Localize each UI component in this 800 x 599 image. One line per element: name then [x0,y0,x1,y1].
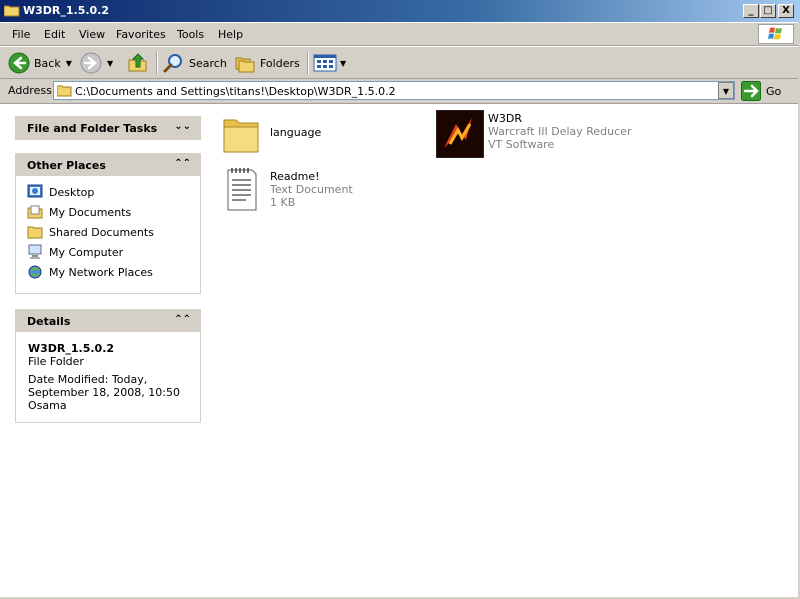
search-label: Search [189,56,227,70]
folders-label: Folders [260,56,300,70]
up-folder-icon [128,53,147,72]
other-places-panel: Other Places ⌃⌃ Desktop My Documents Sha… [15,153,201,294]
standard-toolbar: Back ▼ ▼ Search Folders ▼ [0,46,800,79]
back-button[interactable]: Back ▼ [8,51,72,75]
chevron-down-icon[interactable]: ⌄⌄ [174,121,191,132]
explorer-window: W3DR_1.5.0.2 _ □ X File Edit View Favori… [0,0,800,599]
task-pane: File and Folder Tasks ⌄⌄ Other Places ⌃⌃… [0,104,214,599]
place-label: My Documents [49,205,132,219]
place-desktop[interactable]: Desktop [16,182,200,202]
minimize-button[interactable]: _ [743,4,759,18]
views-button[interactable]: ▼ [313,51,346,75]
window-title: W3DR_1.5.0.2 [23,4,110,17]
folder-icon [4,5,20,17]
file-name: W3DR [488,112,522,125]
details-panel: Details ⌃⌃ W3DR_1.5.0.2 File Folder Date… [15,309,201,423]
chevron-up-icon[interactable]: ⌃⌃ [174,314,191,325]
up-folder-button[interactable] [127,51,149,75]
file-item-language[interactable]: language [222,112,422,160]
address-bar: Address C:\Documents and Settings\titans… [0,79,800,104]
details-modified: Date Modified: Today, [28,373,148,386]
file-name: Readme! [270,170,320,183]
file-item-readme[interactable]: Readme! Text Document 1 KB [222,166,422,216]
windows-flag-icon [768,27,782,40]
menu-edit[interactable]: Edit [44,28,65,41]
desktop-icon [27,184,43,198]
details-modified-date: September 18, 2008, 10:50 [28,386,180,399]
address-path: C:\Documents and Settings\titans!\Deskto… [75,85,396,98]
menu-file[interactable]: File [12,28,30,41]
file-company: VT Software [488,138,555,151]
details-header[interactable]: Details ⌃⌃ [16,310,200,332]
address-dropdown-button[interactable]: ▼ [718,82,734,99]
place-label: My Network Places [49,265,153,279]
my-documents-icon [27,205,43,219]
file-folder-tasks-panel: File and Folder Tasks ⌄⌄ [15,116,201,140]
menu-bar: File Edit View Favorites Tools Help [0,23,800,46]
panel-title: File and Folder Tasks [27,122,158,135]
forward-dropdown-icon[interactable]: ▼ [107,59,113,68]
menu-favorites[interactable]: Favorites [116,28,166,41]
place-my-network-places[interactable]: My Network Places [16,262,200,282]
text-document-icon [227,168,257,211]
back-dropdown-icon[interactable]: ▼ [66,59,72,68]
menu-tools[interactable]: Tools [177,28,204,41]
network-places-icon [28,265,42,279]
folder-icon [57,85,72,97]
file-size: 1 KB [270,196,296,209]
address-field[interactable]: C:\Documents and Settings\titans!\Deskto… [53,81,735,100]
forward-arrow-icon [80,52,102,74]
search-icon [163,54,182,73]
go-arrow-icon [741,81,761,101]
other-places-header[interactable]: Other Places ⌃⌃ [16,154,200,176]
go-label: Go [766,84,782,98]
details-type: File Folder [28,355,84,368]
views-dropdown-icon[interactable]: ▼ [340,59,346,68]
place-shared-documents[interactable]: Shared Documents [16,222,200,242]
views-icon [313,54,337,72]
chevron-up-icon[interactable]: ⌃⌃ [174,158,191,169]
place-my-computer[interactable]: My Computer [16,242,200,262]
menu-help[interactable]: Help [218,28,243,41]
place-label: Desktop [49,185,95,199]
windows-logo [758,24,794,44]
address-label: Address [8,84,52,97]
file-description: Warcraft III Delay Reducer [488,125,632,138]
menu-view[interactable]: View [79,28,105,41]
file-type: Text Document [270,183,353,196]
back-arrow-icon [8,52,30,74]
title-bar[interactable]: W3DR_1.5.0.2 _ □ X [0,0,800,22]
folder-icon [223,119,259,153]
folders-button[interactable]: Folders [234,51,300,75]
place-label: Shared Documents [49,225,154,239]
details-owner: Osama [28,399,67,412]
file-folder-tasks-header[interactable]: File and Folder Tasks ⌄⌄ [16,117,200,139]
file-name: language [270,126,322,139]
w3dr-app-icon [436,110,484,158]
panel-title: Details [27,315,71,328]
close-button[interactable]: X [778,4,794,18]
go-button[interactable]: Go [741,81,781,101]
place-my-documents[interactable]: My Documents [16,202,200,222]
place-label: My Computer [49,245,124,259]
toolbar-separator [307,52,309,74]
folders-icon [235,57,255,73]
forward-button[interactable]: ▼ [80,51,113,75]
my-computer-icon [28,244,42,259]
file-item-w3dr[interactable]: W3DR Warcraft III Delay Reducer VT Softw… [436,110,676,160]
details-name: W3DR_1.5.0.2 [28,342,115,355]
maximize-button[interactable]: □ [760,4,776,18]
search-button[interactable]: Search [163,51,227,75]
folder-icon [27,226,43,239]
file-list-view: language W3DR Warcraft III Delay Reducer… [214,104,800,597]
toolbar-separator [156,52,158,74]
back-label: Back [34,56,61,70]
panel-title: Other Places [27,159,106,172]
